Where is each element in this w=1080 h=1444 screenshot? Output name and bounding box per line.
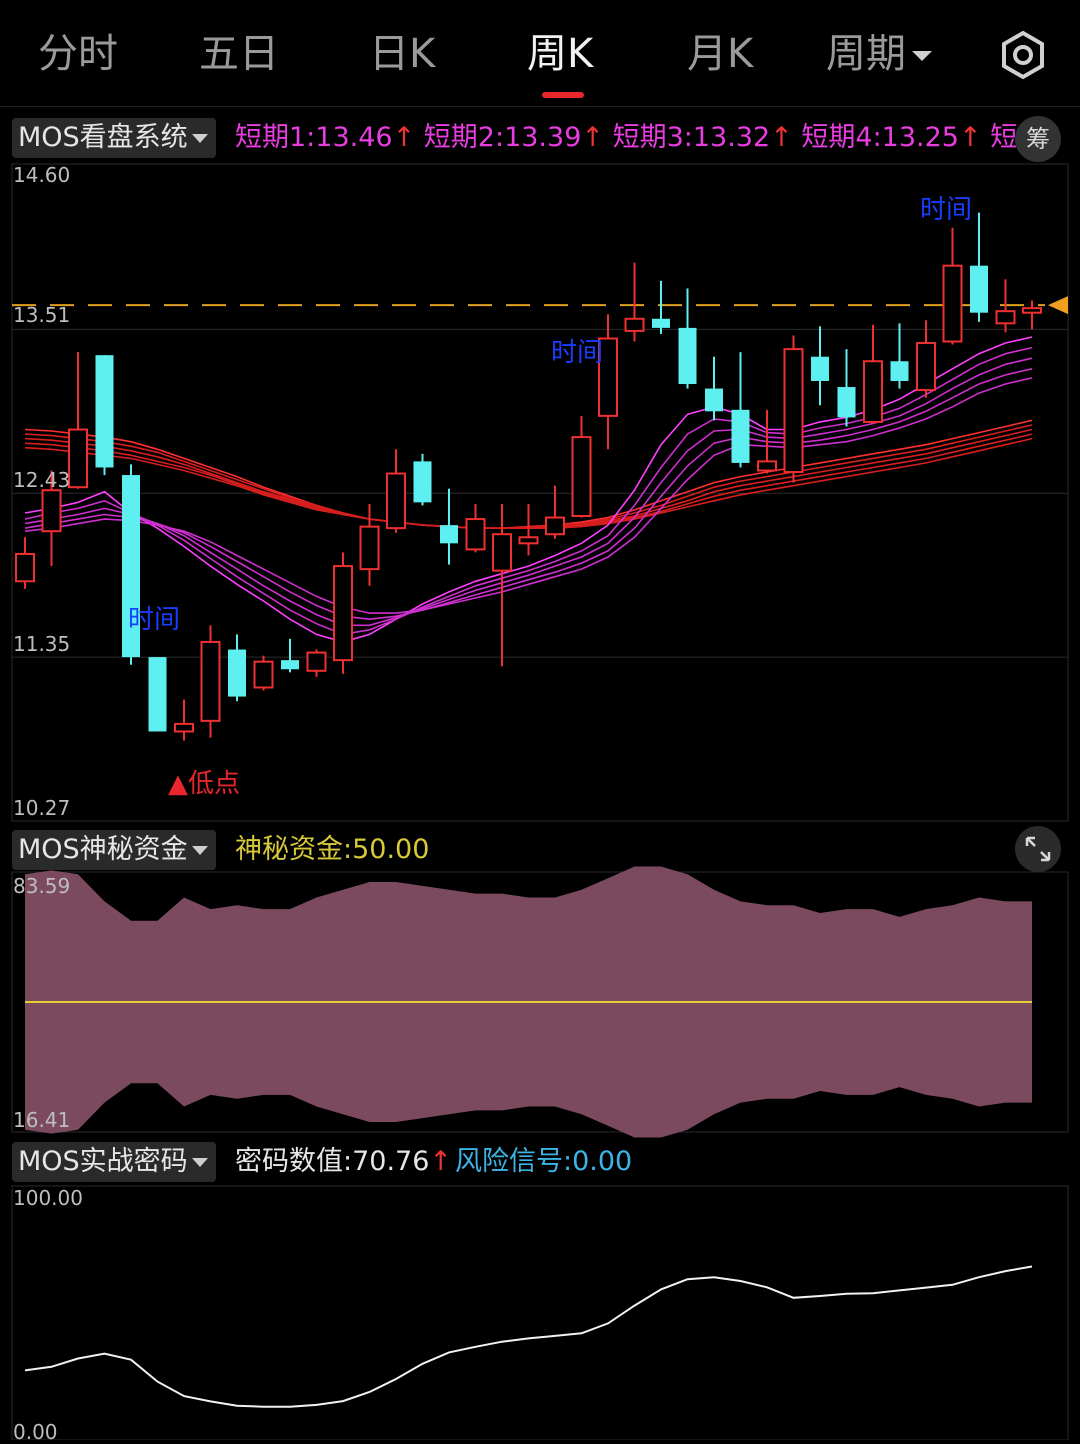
candle-body-up [15, 552, 35, 583]
candle-body-down [652, 318, 670, 328]
candle-body-up [545, 516, 565, 536]
y-tick-label: 12.43 [13, 468, 71, 492]
candle-body-up [942, 264, 963, 343]
expand-arrows-icon [1025, 836, 1051, 862]
short-3-label: 短期3: [612, 122, 693, 153]
candle-body-down [731, 409, 750, 463]
candle-body-up [386, 472, 406, 530]
short-2-label: 短期2: [423, 122, 505, 153]
code-value: 70.76 [352, 1146, 430, 1177]
candle-body-down [705, 388, 723, 412]
main-indicator-select[interactable]: MOS看盘系统 [12, 118, 216, 158]
short-1-arrow: ↑ [392, 122, 416, 153]
code-chart-frame [11, 1185, 1069, 1440]
candle-body-up [916, 342, 936, 392]
candle-body-up [253, 660, 274, 689]
y-tick-label: 10.27 [13, 796, 71, 820]
code-value-line [24, 1265, 1033, 1408]
candle-body-up [41, 489, 62, 533]
fund-value-label: 神秘资金: [235, 834, 353, 865]
chevron-down-icon [191, 846, 208, 855]
candle-body-up [306, 651, 327, 672]
short-4-value: 13.25 [881, 122, 959, 153]
candle-body-down [811, 356, 829, 381]
short-3-value: 13.32 [692, 122, 771, 153]
chip-distribution-button[interactable]: 筹 [1015, 116, 1061, 162]
short-term-values: 短期1:13.46↑ 短期2:13.39↑ 短期3:13.32↑ 短期4:13.… [235, 118, 1061, 158]
risk-signal-readout: 风险信号:0.00 [455, 1142, 632, 1182]
candle-body-down [970, 265, 988, 313]
time-annotation: 时间 [920, 195, 973, 225]
chart-canvas[interactable] [0, 0, 1080, 1440]
code-y-tick: 0.00 [13, 1420, 58, 1444]
candle-body-up [465, 518, 486, 551]
candle-body-down [95, 355, 114, 468]
candle-body-down [228, 649, 246, 697]
y-tick-label: 14.60 [13, 163, 71, 187]
candle-body-up [333, 565, 353, 662]
candle-body-up [1022, 307, 1042, 314]
candle-body-up [624, 317, 645, 332]
candle-body-up [174, 722, 194, 733]
time-annotation: 时间 [551, 338, 604, 368]
main-indicator-label: MOS看盘系统 [18, 122, 188, 153]
chevron-down-icon [191, 134, 208, 143]
time-annotation: 时间 [128, 605, 181, 635]
candle-body-down [281, 660, 299, 670]
code-indicator-label: MOS实战密码 [18, 1146, 188, 1177]
candle-body-down [440, 525, 458, 544]
fund-indicator-select[interactable]: MOS神秘资金 [12, 830, 216, 870]
code-indicator-select[interactable]: MOS实战密码 [12, 1142, 216, 1182]
code-value-arrow: ↑ [429, 1146, 453, 1177]
y-tick-label: 11.35 [13, 632, 71, 656]
short-1-label: 短期1: [235, 122, 316, 153]
reference-price-marker-icon [1048, 296, 1068, 315]
candle-body-up [571, 436, 592, 518]
candle-body-up [200, 640, 221, 722]
candle-body-up [518, 536, 539, 545]
risk-label: 风险信号: [455, 1146, 573, 1177]
expand-button[interactable] [1015, 826, 1061, 872]
short-2-arrow: ↑ [581, 122, 604, 153]
fund-value-readout: 神秘资金:50.00 [235, 830, 429, 870]
code-value-readout: 密码数值:70.76↑ [235, 1142, 452, 1182]
candle-body-down [678, 327, 697, 385]
candle-body-up [863, 360, 883, 423]
candle-body-down [148, 657, 167, 732]
fund-y-tick: 16.41 [13, 1108, 71, 1132]
candle-body-up [68, 428, 88, 489]
short-4-arrow: ↑ [958, 122, 982, 153]
main-chart-frame [11, 163, 1069, 822]
candle-body-up [492, 533, 512, 572]
candle-body-up [359, 525, 380, 571]
chevron-down-icon [191, 1158, 208, 1167]
code-value-label: 密码数值: [235, 1146, 353, 1177]
candle-body-down [413, 461, 432, 503]
code-y-tick: 100.00 [13, 1186, 83, 1210]
short-1-value: 13.46 [315, 122, 393, 153]
short-2-value: 13.39 [504, 122, 582, 153]
candle-body-up [783, 348, 804, 474]
candle-body-down [837, 387, 856, 418]
short-3-arrow: ↑ [770, 122, 793, 153]
candle-body-up [757, 460, 777, 472]
fund-y-tick: 83.59 [13, 874, 71, 898]
y-tick-label: 13.51 [13, 303, 71, 327]
fund-indicator-label: MOS神秘资金 [18, 834, 188, 865]
short-4-label: 短期4: [801, 122, 882, 153]
risk-value: 0.00 [572, 1146, 633, 1177]
fund-value: 50.00 [352, 834, 430, 865]
candle-body-up [995, 310, 1016, 325]
low-point-annotation: ▲低点 [168, 769, 240, 799]
candle-body-down [890, 361, 909, 381]
